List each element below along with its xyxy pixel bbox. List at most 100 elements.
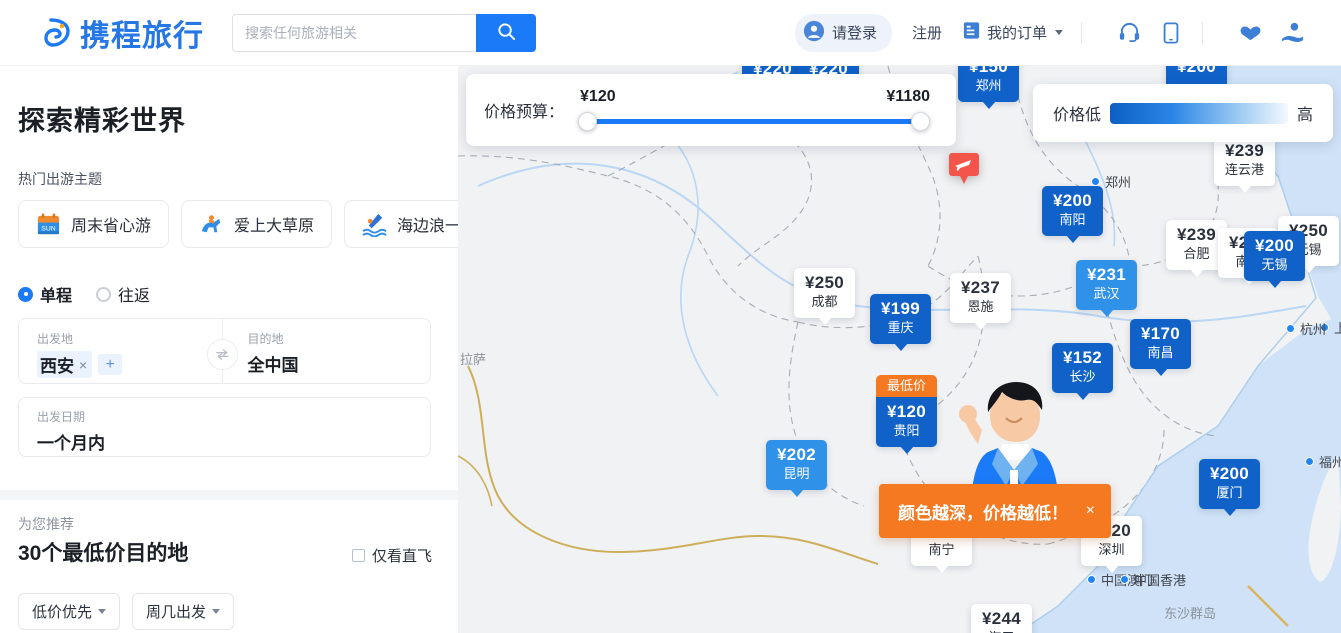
direct-flight-label: 仅看直飞: [372, 545, 432, 566]
close-x-icon[interactable]: ×: [79, 357, 87, 373]
search-icon: [497, 22, 516, 44]
logo[interactable]: 携程旅行: [44, 11, 204, 55]
price-city: 合肥: [1177, 245, 1216, 263]
map-label-lhasa: 拉萨: [460, 349, 486, 368]
price-color-legend: 价格低 高: [1033, 84, 1333, 142]
map-label-dongsha: 东沙群岛: [1164, 603, 1216, 622]
destination-value: 全中国: [248, 351, 431, 376]
price-city: 厦门: [1210, 484, 1249, 502]
legend-high-label: 高: [1297, 101, 1313, 125]
theme-card-label: 周末省心游: [71, 212, 151, 236]
price-marker-partial-3[interactable]: ¥150郑州: [958, 66, 1019, 102]
slider-knob-min[interactable]: [578, 112, 597, 131]
budget-range-slider[interactable]: ¥120 ¥1180: [578, 86, 930, 134]
theme-card-list: SUN 周末省心游 爱上大草原: [18, 200, 458, 248]
destination-field[interactable]: 目的地 全中国: [220, 319, 431, 383]
checkbox-icon: [352, 549, 365, 562]
budget-label: 价格预算：: [484, 98, 564, 122]
depart-date-field[interactable]: 出发日期 一个月内: [18, 397, 431, 457]
price-value: ¥150: [969, 66, 1008, 76]
price-marker-kunming[interactable]: ¥202 昆明: [766, 440, 827, 490]
price-marker-haikou[interactable]: ¥244 海口: [971, 604, 1032, 633]
destination-label: 目的地: [248, 330, 431, 347]
price-marker-chengdu[interactable]: ¥250 成都: [794, 268, 855, 318]
city-dot-icon: [1091, 177, 1100, 186]
theme-card-seaside[interactable]: 海边浪一浪: [344, 200, 458, 248]
price-city: 成都: [805, 293, 844, 311]
order-list-icon: [962, 21, 981, 44]
price-value: ¥239: [1225, 142, 1264, 160]
price-marker-lianyungang[interactable]: ¥239 连云港: [1214, 136, 1275, 186]
lowest-price-badge: 最低价: [876, 375, 937, 397]
price-marker-nanyang[interactable]: ¥200 南阳: [1042, 186, 1103, 236]
map-city-hangzhou: 杭州: [1286, 319, 1326, 338]
direct-flight-checkbox[interactable]: 仅看直飞: [352, 545, 432, 566]
customer-care-icon[interactable]: [1279, 20, 1305, 46]
section-divider: [0, 490, 458, 500]
origin-field[interactable]: 出发地 西安 × +: [19, 319, 220, 383]
my-orders-menu[interactable]: 我的订单: [962, 21, 1063, 44]
city-label: 福州: [1319, 452, 1341, 471]
login-button[interactable]: 请登录: [795, 14, 892, 52]
price-city: 南阳: [1053, 211, 1092, 229]
ctrip-dolphin-logo-icon: [44, 17, 74, 49]
price-budget-panel: 价格预算： ¥120 ¥1180: [466, 74, 956, 146]
price-value: ¥200: [1210, 465, 1249, 483]
mobile-app-icon[interactable]: [1158, 20, 1184, 46]
trip-type-roundtrip[interactable]: 往返: [96, 282, 150, 306]
price-city: 无锡: [1255, 256, 1294, 274]
radio-dot-icon: [18, 287, 33, 302]
slider-knob-max[interactable]: [911, 112, 930, 131]
city-dot-icon: [1305, 457, 1314, 466]
search-input[interactable]: [232, 14, 476, 52]
price-city: 重庆: [881, 319, 920, 337]
toast-text: 颜色越深，价格越低！: [898, 499, 1068, 524]
price-value: ¥152: [1063, 349, 1102, 367]
price-marker-wuxi[interactable]: ¥200 无锡: [1244, 231, 1305, 281]
price-value: ¥199: [881, 300, 920, 318]
headset-service-icon[interactable]: [1116, 20, 1142, 46]
search-button[interactable]: [476, 14, 536, 52]
price-city: 昆明: [777, 465, 816, 483]
sort-price-button[interactable]: 低价优先: [18, 593, 120, 630]
price-marker-chongqing[interactable]: ¥199 重庆: [870, 294, 931, 344]
user-avatar-icon: [803, 20, 825, 46]
recommend-label: 为您推荐: [18, 514, 74, 534]
origin-airport-pin[interactable]: [948, 151, 980, 185]
trip-type-oneway[interactable]: 单程: [18, 282, 72, 306]
theme-card-weekend[interactable]: SUN 周末省心游: [18, 200, 169, 248]
plus-icon[interactable]: +: [98, 354, 122, 375]
price-city: 南宁: [922, 541, 961, 559]
price-city: 恩施: [961, 298, 1000, 316]
price-value: ¥237: [961, 279, 1000, 297]
price-marker-guiyang[interactable]: 最低价 ¥120 贵阳: [876, 397, 937, 447]
price-value: ¥244: [982, 610, 1021, 628]
close-x-icon[interactable]: ×: [1086, 502, 1095, 520]
swap-arrows-icon[interactable]: [207, 339, 238, 370]
logo-text: 携程旅行: [80, 11, 204, 55]
filter-buttons: 低价优先 周几出发: [18, 593, 234, 630]
header-actions: 请登录 注册 我的订单: [795, 14, 1305, 52]
theme-card-grassland[interactable]: 爱上大草原: [181, 200, 332, 248]
price-city: 武汉: [1087, 285, 1126, 303]
header-divider-2: [1202, 22, 1203, 44]
price-value: ¥202: [777, 446, 816, 464]
weekday-depart-button[interactable]: 周几出发: [132, 593, 234, 630]
chevron-down-icon: [1055, 30, 1063, 35]
heart-hands-icon[interactable]: [1237, 20, 1263, 46]
price-marker-wuhan[interactable]: ¥231 武汉: [1076, 260, 1137, 310]
origin-city-chip[interactable]: 西安 ×: [37, 351, 92, 378]
price-marker-xiamen[interactable]: ¥200 厦门: [1199, 459, 1260, 509]
price-marker-nanchang[interactable]: ¥170 南昌: [1130, 319, 1191, 369]
search-sidebar: 探索精彩世界 热门出游主题 SUN 周末省心游: [0, 66, 458, 633]
price-map[interactable]: 郑州 上海 杭州 福州 中国澳门 中国香港 中国台北 拉萨 东沙群岛: [458, 66, 1341, 633]
register-link[interactable]: 注册: [912, 22, 942, 43]
price-value: ¥120: [887, 403, 926, 421]
my-orders-label: 我的订单: [987, 22, 1047, 43]
depart-date-value: 一个月内: [37, 429, 430, 454]
price-marker-enshi[interactable]: ¥237 恩施: [950, 273, 1011, 323]
chevron-down-icon: [98, 609, 106, 614]
map-city-fuzhou: 福州: [1305, 452, 1341, 471]
login-label: 请登录: [832, 22, 877, 43]
legend-low-label: 价格低: [1053, 101, 1101, 125]
